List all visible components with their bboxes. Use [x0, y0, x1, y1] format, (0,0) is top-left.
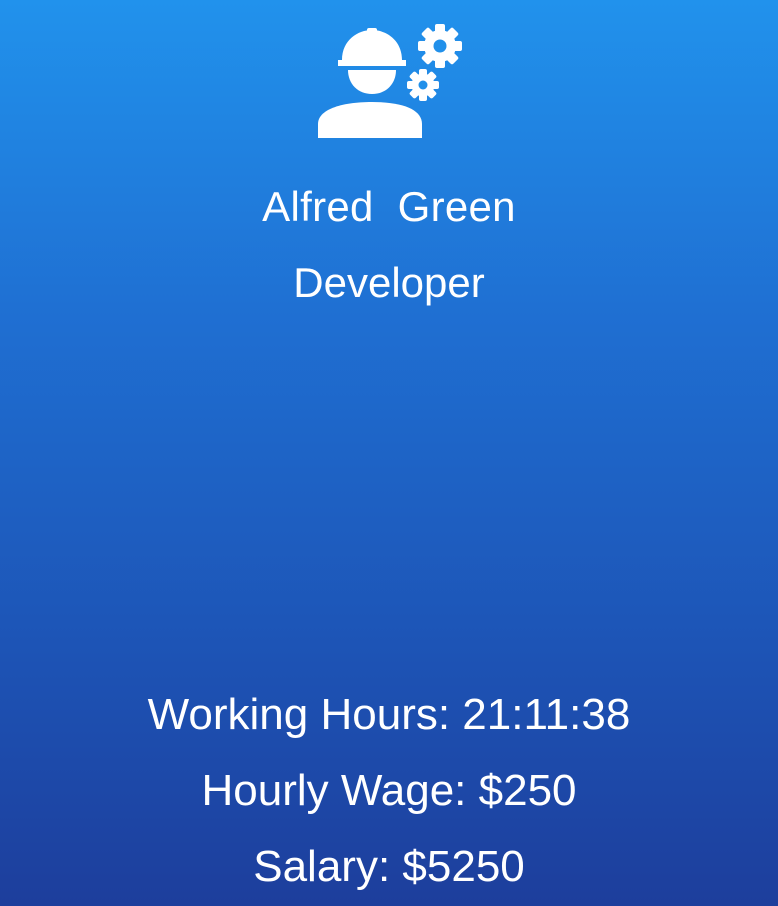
working-hours-label: Working Hours:	[147, 690, 463, 739]
salary-label: Salary:	[253, 842, 403, 891]
profile-screen: Alfred Green Developer Working Hours: 21…	[0, 0, 778, 906]
hourly-wage-value: $250	[478, 766, 577, 815]
working-hours-stat: Working Hours: 21:11:38	[0, 688, 778, 764]
working-hours-value: 21:11:38	[462, 690, 631, 739]
hourly-wage-label: Hourly Wage:	[201, 766, 479, 815]
employee-stats: Working Hours: 21:11:38 Hourly Wage: $25…	[0, 688, 778, 906]
salary-stat: Salary: $5250	[0, 840, 778, 906]
employee-role: Developer	[293, 259, 485, 306]
salary-value: $5250	[402, 842, 525, 891]
hourly-wage-stat: Hourly Wage: $250	[0, 764, 778, 840]
employee-name: Alfred Green	[262, 183, 516, 230]
worker-gears-icon	[312, 20, 468, 142]
